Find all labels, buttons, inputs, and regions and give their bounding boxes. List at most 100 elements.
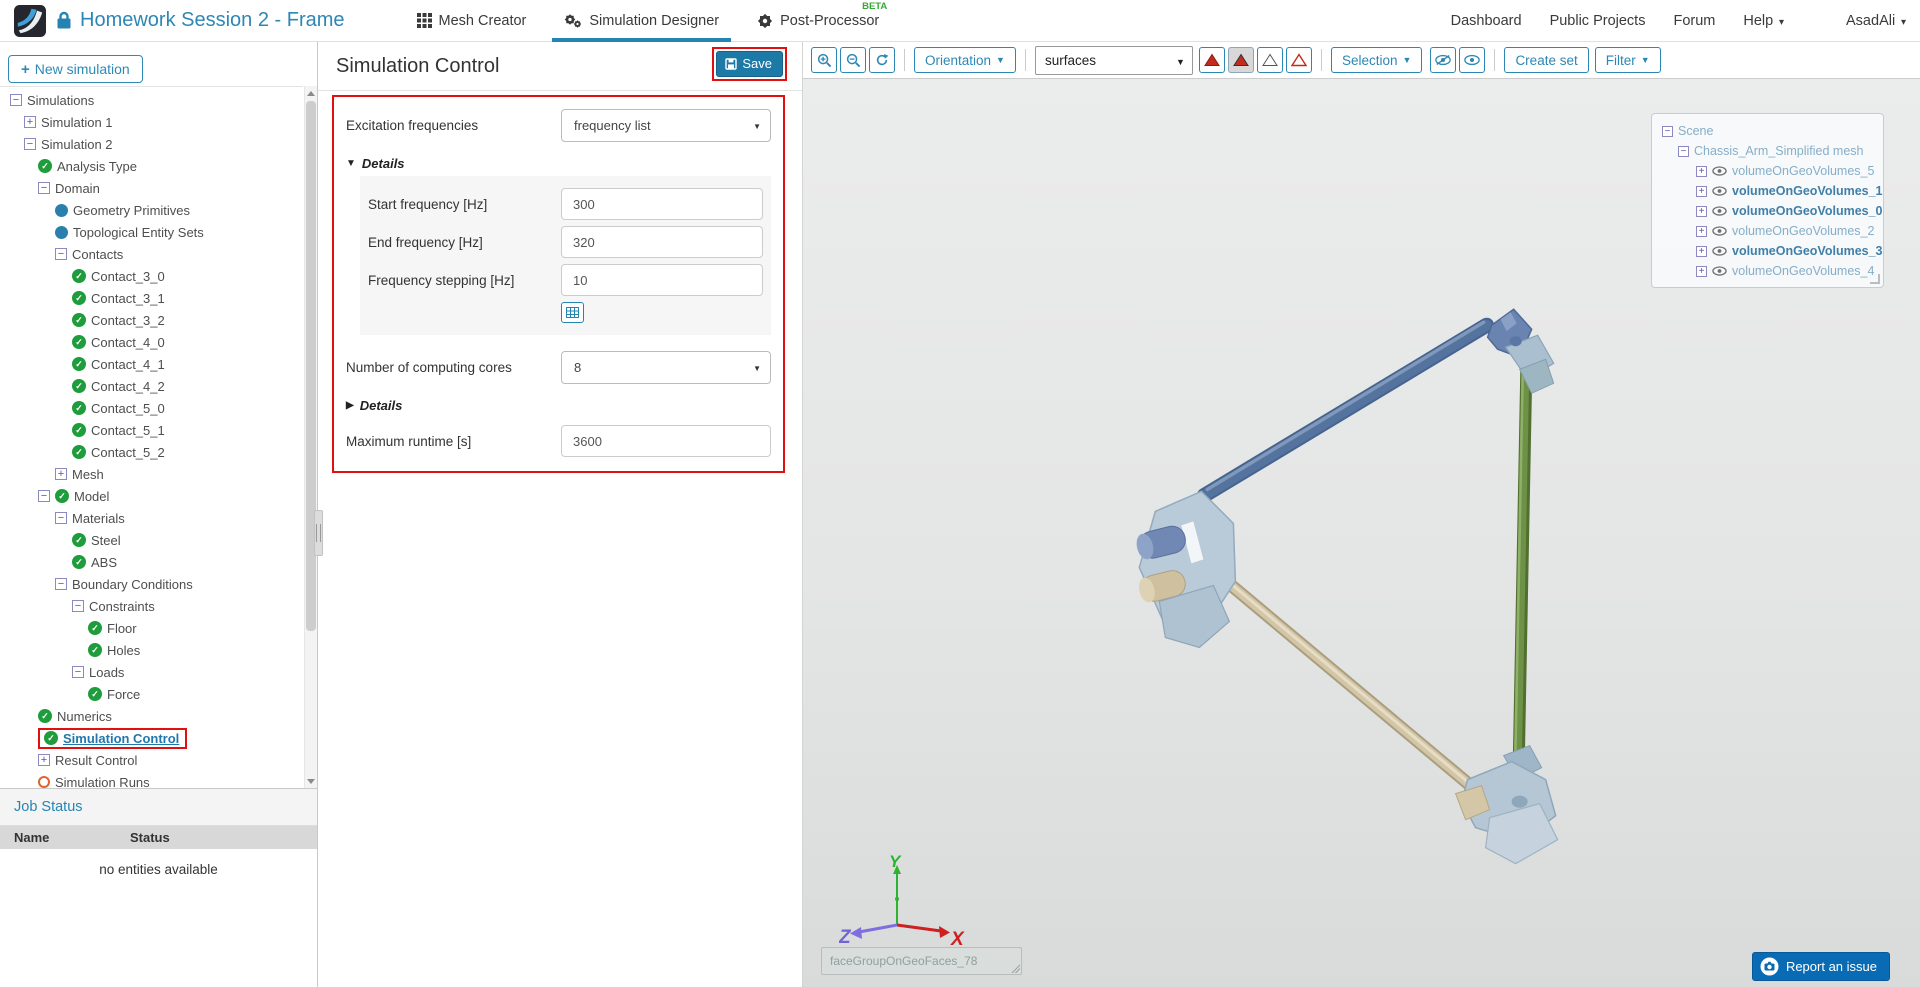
filter-dropdown[interactable]: Filter ▼ — [1594, 47, 1661, 73]
clip-wire-button[interactable] — [1256, 47, 1283, 73]
eye-icon[interactable] — [1712, 206, 1727, 216]
collapse-icon[interactable]: − — [55, 512, 67, 524]
tree-item-analysis-type[interactable]: ✓ Analysis Type — [0, 155, 303, 177]
cores-select[interactable]: 8 ▼ — [561, 351, 771, 384]
collapse-icon[interactable]: − — [10, 94, 22, 106]
tree-item-contact-3-0[interactable]: ✓ Contact_3_0 — [0, 265, 303, 287]
runtime-input[interactable] — [561, 425, 771, 457]
tree-item-constraints[interactable]: − Constraints — [0, 595, 303, 617]
clip-wire-red-button[interactable] — [1285, 47, 1312, 73]
report-issue-button[interactable]: Report an issue — [1751, 952, 1890, 981]
eye-icon[interactable] — [1712, 186, 1727, 196]
tree-item-floor[interactable]: ✓ Floor — [0, 617, 303, 639]
expand-icon[interactable]: + — [24, 116, 36, 128]
expand-icon[interactable]: + — [1696, 245, 1707, 257]
sidebar-scrollbar[interactable] — [304, 86, 317, 788]
tree-item-model[interactable]: − ✓ Model — [0, 485, 303, 507]
tree-item-contact-5-2[interactable]: ✓ Contact_5_2 — [0, 441, 303, 463]
create-set-button[interactable]: Create set — [1504, 47, 1589, 73]
frequency-table-button[interactable] — [561, 302, 584, 323]
scene-item-volumeongeovolumes_4[interactable]: + volumeOnGeoVolumes_4 — [1662, 261, 1874, 281]
scene-item-volumeongeovolumes_2[interactable]: + volumeOnGeoVolumes_2 — [1662, 221, 1874, 241]
save-button[interactable]: Save — [716, 51, 783, 77]
new-simulation-button[interactable]: + New simulation — [8, 55, 143, 83]
tree-item-contact-4-2[interactable]: ✓ Contact_4_2 — [0, 375, 303, 397]
nav-post-processor[interactable]: Post-Processor BETA — [757, 0, 887, 42]
clip-solid-outline-button[interactable] — [1227, 47, 1254, 73]
collapse-icon[interactable]: − — [55, 248, 67, 260]
tree-item-domain[interactable]: − Domain — [0, 177, 303, 199]
scroll-down-icon[interactable] — [305, 775, 317, 787]
render-mode-select[interactable]: surfaces ▼ — [1034, 45, 1193, 75]
tree-item-simulation-control[interactable]: ✓ Simulation Control — [0, 727, 303, 749]
scene-item-volumeongeovolumes_5[interactable]: + volumeOnGeoVolumes_5 — [1662, 161, 1874, 181]
expand-icon[interactable]: + — [1696, 165, 1707, 177]
resize-grip-icon[interactable] — [1870, 274, 1880, 284]
user-menu[interactable]: AsadAli ▾ — [1846, 13, 1906, 29]
zoom-out-button[interactable] — [840, 47, 866, 73]
scroll-up-icon[interactable] — [305, 87, 317, 99]
tree-item-contact-4-1[interactable]: ✓ Contact_4_1 — [0, 353, 303, 375]
scene-item-volumeongeovolumes_3[interactable]: + volumeOnGeoVolumes_3 — [1662, 241, 1883, 261]
nav-mesh-creator[interactable]: Mesh Creator — [416, 0, 526, 42]
tree-item-simulation-runs[interactable]: Simulation Runs — [0, 771, 303, 788]
selection-dropdown[interactable]: Selection ▼ — [1330, 47, 1423, 73]
eye-icon[interactable] — [1712, 166, 1727, 176]
scene-item-volumeongeovolumes_1[interactable]: + volumeOnGeoVolumes_1 — [1662, 181, 1883, 201]
tree-item-numerics[interactable]: ✓ Numerics — [0, 705, 303, 727]
tree-item-holes[interactable]: ✓ Holes — [0, 639, 303, 661]
expand-icon[interactable]: + — [1696, 205, 1707, 217]
tree-item-simulation-1[interactable]: + Simulation 1 — [0, 111, 303, 133]
tree-item-loads[interactable]: − Loads — [0, 661, 303, 683]
collapse-icon[interactable]: − — [24, 138, 36, 150]
excitation-select[interactable]: frequency list ▼ — [561, 109, 771, 142]
scene-root-row[interactable]: − Scene — [1662, 121, 1873, 141]
tree-item-steel[interactable]: ✓ Steel — [0, 529, 303, 551]
help-menu[interactable]: Help ▾ — [1743, 13, 1784, 29]
zoom-in-button[interactable] — [811, 47, 837, 73]
tree-item-mesh[interactable]: + Mesh — [0, 463, 303, 485]
collapse-icon[interactable]: − — [72, 600, 84, 612]
tree-item-simulation-2[interactable]: − Simulation 2 — [0, 133, 303, 155]
refresh-view-button[interactable] — [869, 47, 895, 73]
collapse-icon[interactable]: − — [55, 578, 67, 590]
start-frequency-input[interactable] — [561, 188, 763, 220]
face-group-label-box[interactable]: faceGroupOnGeoFaces_78 — [821, 947, 1022, 975]
tree-item-simulations[interactable]: − Simulations — [0, 89, 303, 111]
end-frequency-input[interactable] — [561, 226, 763, 258]
tree-item-topological-entity-sets[interactable]: Topological Entity Sets — [0, 221, 303, 243]
clip-solid-button[interactable] — [1198, 47, 1225, 73]
expand-icon[interactable]: + — [1696, 265, 1707, 277]
expand-icon[interactable]: + — [55, 468, 67, 480]
link-dashboard[interactable]: Dashboard — [1451, 13, 1522, 29]
scene-mesh-row[interactable]: − Chassis_Arm_Simplified mesh — [1662, 141, 1873, 161]
link-forum[interactable]: Forum — [1673, 13, 1715, 29]
tree-item-geometry-primitives[interactable]: Geometry Primitives — [0, 199, 303, 221]
frequency-stepping-input[interactable] — [561, 264, 763, 296]
expand-icon[interactable]: + — [1696, 185, 1707, 197]
tree-item-abs[interactable]: ✓ ABS — [0, 551, 303, 573]
link-public-projects[interactable]: Public Projects — [1550, 13, 1646, 29]
collapse-icon[interactable]: − — [1662, 125, 1673, 137]
collapse-icon[interactable]: − — [72, 666, 84, 678]
scene-item-volumeongeovolumes_0[interactable]: + volumeOnGeoVolumes_0 — [1662, 201, 1883, 221]
details-collapsed-toggle[interactable]: ▶ Details — [346, 398, 771, 413]
expand-icon[interactable]: + — [1696, 225, 1707, 237]
eye-icon[interactable] — [1712, 266, 1727, 276]
tree-item-force[interactable]: ✓ Force — [0, 683, 303, 705]
tree-item-contact-5-1[interactable]: ✓ Contact_5_1 — [0, 419, 303, 441]
tree-item-contact-3-1[interactable]: ✓ Contact_3_1 — [0, 287, 303, 309]
collapse-icon[interactable]: − — [1678, 145, 1689, 157]
tree-item-result-control[interactable]: + Result Control — [0, 749, 303, 771]
show-all-button[interactable] — [1459, 47, 1486, 73]
eye-icon[interactable] — [1712, 226, 1727, 236]
resize-grip-icon[interactable] — [1011, 964, 1020, 973]
hide-selected-button[interactable] — [1430, 47, 1457, 73]
expand-icon[interactable]: + — [38, 754, 50, 766]
collapse-icon[interactable]: − — [38, 490, 50, 502]
tree-item-contact-5-0[interactable]: ✓ Contact_5_0 — [0, 397, 303, 419]
nav-simulation-designer[interactable]: Simulation Designer — [552, 0, 731, 42]
collapse-icon[interactable]: − — [38, 182, 50, 194]
tree-item-contact-3-2[interactable]: ✓ Contact_3_2 — [0, 309, 303, 331]
details-expanded-toggle[interactable]: ▼ Details — [346, 156, 771, 171]
